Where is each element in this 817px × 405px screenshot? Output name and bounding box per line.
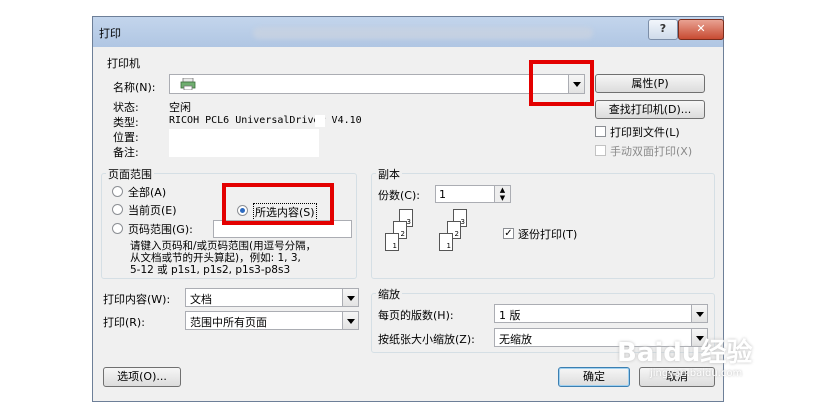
- radio-page-range-label: 页码范围(G):: [128, 223, 193, 236]
- print-combo[interactable]: 范围中所有页面: [185, 311, 359, 330]
- title-bar[interactable]: 打印 ? ✕: [93, 17, 724, 47]
- chevron-down-icon[interactable]: [342, 312, 358, 329]
- scale-value: 无缩放: [499, 333, 532, 346]
- collate-pages-icon: 3 2 1: [383, 209, 419, 257]
- page-range-hint-1: 请键入页码和/或页码范围(用逗号分隔，: [130, 240, 317, 252]
- print-value: 范围中所有页面: [190, 316, 267, 329]
- radio-all[interactable]: [112, 186, 123, 197]
- pages-per-sheet-combo[interactable]: 1 版: [494, 304, 708, 323]
- close-button[interactable]: ✕: [678, 19, 724, 40]
- comment-label: 备注:: [113, 146, 139, 159]
- status-value: 空闲: [169, 101, 191, 114]
- page-range-hint-2: 从文档或节的开头算起)，例如: 1, 3,: [130, 252, 301, 264]
- manual-duplex-checkbox[interactable]: [595, 145, 606, 156]
- copies-count-input[interactable]: 1 ▲ ▼: [435, 185, 511, 203]
- redaction-block: [169, 129, 319, 157]
- highlight-box-selection: [222, 183, 334, 225]
- chevron-down-icon[interactable]: [691, 305, 707, 322]
- collate-checkbox[interactable]: ✓: [503, 228, 514, 239]
- page-range-group-label: 页面范围: [106, 166, 154, 182]
- printer-group-label: 打印机: [107, 57, 140, 70]
- print-to-file-label: 打印到文件(L): [610, 126, 680, 139]
- baidu-watermark-url: jingyan.baidu.com: [650, 368, 743, 379]
- ok-button[interactable]: 确定: [558, 367, 630, 387]
- blurred-title-text: [253, 27, 593, 39]
- baidu-watermark-logo: Baidu经验: [617, 338, 753, 368]
- options-button[interactable]: 选项(O)...: [103, 367, 181, 387]
- type-value: RICOH PCL6 UniversalDriver V4.10: [169, 115, 362, 126]
- print-to-file-checkbox[interactable]: [595, 126, 606, 137]
- radio-page-range[interactable]: [112, 223, 123, 234]
- print-what-combo[interactable]: 文档: [185, 288, 359, 307]
- print-label: 打印(R):: [103, 316, 145, 329]
- find-printer-button[interactable]: 查找打印机(D)...: [595, 100, 705, 119]
- radio-current-page-label: 当前页(E): [128, 204, 177, 217]
- pages-per-sheet-value: 1 版: [499, 309, 521, 322]
- print-what-label: 打印内容(W):: [103, 293, 171, 306]
- type-label: 类型:: [113, 116, 139, 129]
- radio-all-label: 全部(A): [128, 186, 167, 199]
- printer-name-combo[interactable]: [169, 74, 585, 94]
- scale-label: 按纸张大小缩放(Z):: [378, 333, 475, 346]
- collate-pages-icon: 3 2 1: [437, 209, 473, 257]
- zoom-group-label: 缩放: [376, 286, 402, 302]
- manual-duplex-label: 手动双面打印(X): [610, 145, 693, 158]
- printer-name-label: 名称(N):: [113, 81, 156, 94]
- properties-button[interactable]: 属性(P): [595, 74, 705, 93]
- highlight-box-dropdown: [529, 60, 594, 106]
- copies-count-value: 1: [439, 188, 446, 201]
- printer-icon: [180, 77, 196, 91]
- location-label: 位置:: [113, 131, 139, 144]
- collate-label: 逐份打印(T): [518, 228, 578, 241]
- status-label: 状态:: [113, 101, 139, 114]
- print-what-value: 文档: [190, 293, 212, 306]
- copies-group-label: 副本: [376, 166, 402, 182]
- radio-current-page[interactable]: [112, 204, 123, 215]
- redaction-block: [315, 115, 325, 127]
- chevron-down-icon[interactable]: [342, 289, 358, 306]
- copies-count-label: 份数(C):: [378, 189, 420, 202]
- window-title: 打印: [99, 27, 121, 40]
- page-range-hint-3: 5-12 或 p1s1, p1s2, p1s3-p8s3: [130, 264, 291, 276]
- help-button[interactable]: ?: [648, 19, 678, 40]
- spin-down-icon[interactable]: ▼: [494, 194, 510, 202]
- pages-per-sheet-label: 每页的版数(H):: [378, 309, 454, 322]
